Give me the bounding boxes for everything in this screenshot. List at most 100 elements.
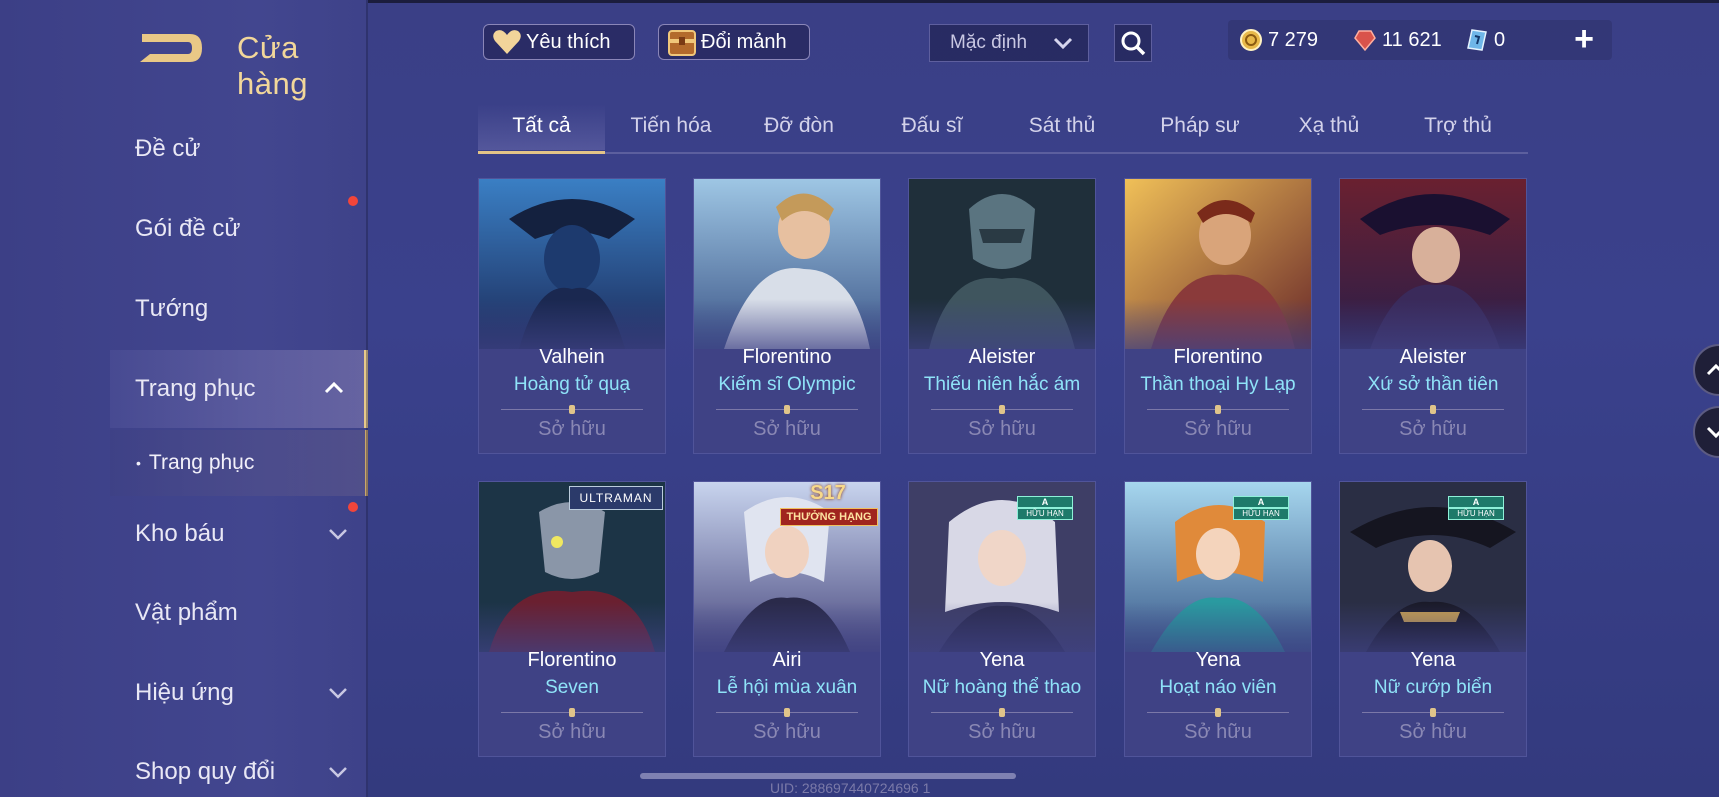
skin-card[interactable]: ULTRAMAN Florentino Seven Sở hữu — [478, 481, 666, 757]
treasure-chest-icon — [665, 26, 699, 58]
sidebar-subitem-skins[interactable]: • Trang phục — [110, 430, 368, 496]
hero-name: Florentino — [1173, 346, 1263, 368]
skin-card[interactable]: A HỮU HẠN Yena Hoạt náo viên Sở hữu — [1124, 481, 1312, 757]
tab-mage[interactable]: Pháp sư — [1138, 114, 1262, 138]
hero-name: Yena — [979, 649, 1025, 671]
sidebar-item-label: Tướng — [135, 295, 209, 322]
hero-name: Florentino — [527, 649, 617, 671]
limited-badge-grade: A — [1448, 496, 1504, 508]
tab-all[interactable]: Tất cả — [478, 114, 605, 138]
active-tab-underline — [478, 151, 605, 154]
sidebar-item-items[interactable]: Vật phẩm — [110, 575, 368, 651]
tab-marksman[interactable]: Xạ thủ — [1274, 114, 1384, 138]
skin-card[interactable]: Aleister Xứ sở thần tiên Sở hữu — [1339, 178, 1527, 454]
tab-fighter[interactable]: Đấu sĩ — [876, 114, 988, 138]
divider-ornament — [999, 405, 1005, 414]
sort-value: Mặc định — [950, 32, 1028, 53]
scroll-down-button[interactable] — [1693, 406, 1719, 458]
page-title: Cửa hàng — [237, 30, 308, 101]
chevron-down-icon — [329, 767, 347, 778]
divider-ornament — [784, 405, 790, 414]
limited-badge-label: HỮU HẠN — [1448, 508, 1504, 520]
skin-name: Xứ sở thần tiên — [1367, 374, 1499, 395]
bullet: • — [136, 455, 141, 471]
exchange-fragments-button[interactable]: Đổi mảnh — [658, 24, 810, 60]
skin-name: Nữ cướp biển — [1373, 677, 1493, 698]
sidebar-item-label: Kho báu — [135, 520, 225, 547]
sidebar-item-treasure[interactable]: Kho báu — [110, 496, 368, 572]
ownership-status: Sở hữu — [968, 418, 1036, 440]
ownership-status: Sở hữu — [1399, 418, 1467, 440]
sort-dropdown[interactable]: Mặc định — [929, 24, 1089, 62]
favorites-button[interactable]: Yêu thích — [483, 24, 635, 60]
back-button[interactable] — [134, 28, 206, 68]
divider-ornament — [1215, 708, 1221, 717]
gem-value: 11 621 — [1382, 28, 1442, 51]
gold-coin-icon — [1238, 27, 1264, 53]
skin-name: Hoàng tử quạ — [513, 374, 631, 395]
sidebar-item-skins[interactable]: Trang phục — [110, 350, 368, 428]
ownership-status: Sở hữu — [538, 418, 606, 440]
divider-ornament — [1430, 708, 1436, 717]
sidebar-item-effects[interactable]: Hiệu ứng — [110, 655, 368, 731]
tab-assassin[interactable]: Sát thủ — [1004, 114, 1120, 138]
skin-card[interactable]: Aleister Thiếu niên hắc ám Sở hữu — [908, 178, 1096, 454]
limited-badge-label: HỮU HẠN — [1233, 508, 1289, 520]
sidebar: Cửa hàng Đề cử Gói đề cử Tướng Trang phụ… — [0, 0, 368, 797]
search-icon — [1121, 31, 1146, 56]
hero-name: Yena — [1410, 649, 1456, 671]
ownership-status: Sở hữu — [753, 721, 821, 743]
tab-support[interactable]: Trợ thủ — [1400, 114, 1516, 138]
limited-badge-grade: A — [1017, 496, 1073, 508]
scroll-up-button[interactable] — [1693, 344, 1719, 396]
skin-card[interactable]: A HỮU HẠN Yena Nữ hoàng thể thao Sở hữu — [908, 481, 1096, 757]
sidebar-item-label: Gói đề cử — [135, 215, 241, 242]
chevron-up-icon — [1706, 363, 1719, 376]
tab-evolution[interactable]: Tiến hóa — [606, 114, 736, 138]
search-button[interactable] — [1114, 24, 1152, 62]
chevron-down-icon — [1706, 426, 1719, 439]
chevron-up-icon — [324, 381, 344, 394]
favorites-label: Yêu thích — [526, 30, 611, 53]
season-badge: S17 — [810, 482, 846, 504]
ranked-reward-label: THƯỞNG HẠNG — [780, 508, 878, 526]
divider-ornament — [784, 708, 790, 717]
sidebar-item-exchange-shop[interactable]: Shop quy đổi — [110, 734, 368, 797]
horizontal-scrollbar[interactable] — [640, 773, 1016, 779]
skin-card[interactable]: Florentino Thần thoại Hy Lạp Sở hữu — [1124, 178, 1312, 454]
add-currency-button[interactable]: + — [1569, 22, 1599, 56]
gold-value: 7 279 — [1268, 28, 1319, 51]
skin-name: Hoạt náo viên — [1159, 677, 1277, 698]
ownership-status: Sở hữu — [1184, 418, 1252, 440]
ownership-status: Sở hữu — [968, 721, 1036, 743]
chevron-down-icon — [329, 688, 347, 699]
skin-name: Nữ hoàng thể thao — [922, 677, 1082, 698]
skin-name: Lễ hội mùa xuân — [716, 677, 858, 698]
hero-name: Aleister — [1399, 346, 1467, 368]
divider-ornament — [1215, 405, 1221, 414]
gem-balance: 11 621 — [1352, 24, 1442, 56]
sidebar-item-label: Đề cử — [135, 135, 201, 162]
heart-icon — [490, 26, 524, 58]
sidebar-item-recommended-packs[interactable]: Gói đề cử — [110, 191, 368, 267]
user-id-label: UID: 288697440724696 1 — [770, 780, 931, 796]
skin-card[interactable]: Valhein Hoàng tử quạ Sở hữu — [478, 178, 666, 454]
skin-card[interactable]: Florentino Kiếm sĩ Olympic Sở hữu — [693, 178, 881, 454]
sidebar-item-heroes[interactable]: Tướng — [110, 271, 368, 347]
skin-card[interactable]: S17 THƯỞNG HẠNG Airi Lễ hội mùa xuân Sở … — [693, 481, 881, 757]
skin-card[interactable]: A HỮU HẠN Yena Nữ cướp biển Sở hữu — [1339, 481, 1527, 757]
category-tabs: Tất cả Tiến hóa Đỡ đòn Đấu sĩ Sát thủ Ph… — [478, 104, 1528, 154]
sidebar-item-recommended[interactable]: Đề cử — [110, 111, 368, 187]
hero-name: Yena — [1195, 649, 1241, 671]
gold-balance: 7 279 — [1238, 24, 1318, 56]
divider-ornament — [569, 405, 575, 414]
exchange-label: Đổi mảnh — [701, 30, 787, 53]
voucher-value: 0 — [1494, 28, 1506, 51]
chevron-down-icon — [1053, 37, 1073, 50]
limited-badge-label: HỮU HẠN — [1017, 508, 1073, 520]
ownership-status: Sở hữu — [538, 721, 606, 743]
ownership-status: Sở hữu — [1184, 721, 1252, 743]
tab-tank[interactable]: Đỡ đòn — [740, 114, 858, 138]
skin-name: Seven — [545, 677, 599, 698]
red-gem-icon — [1352, 27, 1378, 53]
